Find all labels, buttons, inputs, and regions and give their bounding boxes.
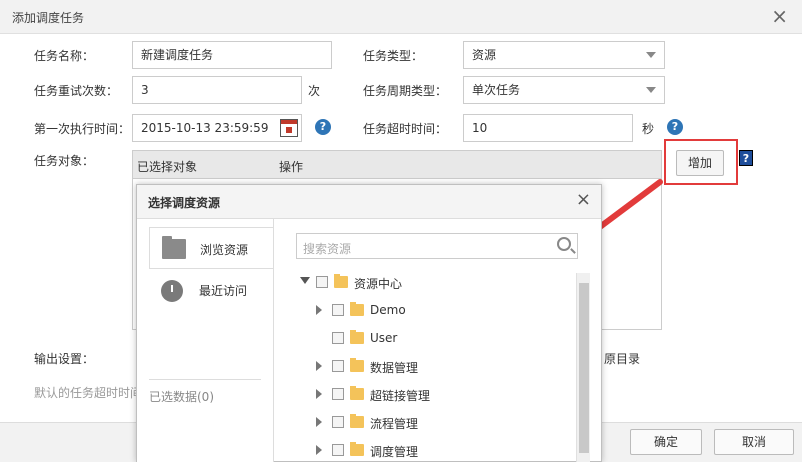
tree-checkbox[interactable] [332,416,344,428]
vertical-scrollbar[interactable] [576,273,590,462]
tree-item-label: Demo [370,303,406,317]
sidebar-item-recent[interactable]: 最近访问 [149,269,273,311]
tree-item[interactable]: 流程管理 [316,413,516,433]
caret-right-icon[interactable] [316,445,322,455]
sidebar-item-label: 最近访问 [199,284,248,298]
tree-item-label: 资源中心 [354,277,403,291]
tree-item-label: 超链接管理 [370,389,431,403]
folder-icon [350,386,364,400]
tree-item-label: 数据管理 [370,361,419,375]
tree-item-label: User [370,331,398,345]
modal-sidebar: 浏览资源 最近访问 已选数据(0) [137,219,273,462]
tree-item-label: 调度管理 [370,445,419,459]
sidebar-item-browse[interactable]: 浏览资源 [149,227,273,269]
modal-header: 选择调度资源 × [137,185,601,219]
caret-right-icon[interactable] [316,389,322,399]
caret-down-icon[interactable] [300,277,310,284]
tree-item[interactable]: 调度管理 [316,441,516,461]
search-placeholder: 搜索资源 [303,242,352,256]
folder-icon [350,302,364,316]
tree-item-label: 流程管理 [370,417,419,431]
sidebar-item-label: 浏览资源 [200,243,249,257]
caret-right-icon[interactable] [316,361,322,371]
folder-icon [350,442,364,456]
folder-icon [350,330,364,344]
search-input[interactable]: 搜索资源 [296,233,578,259]
tree-checkbox[interactable] [332,444,344,456]
folder-icon [350,358,364,372]
modal-title: 选择调度资源 [148,196,221,210]
tree-item[interactable]: 数据管理 [316,357,516,377]
tree-item[interactable]: Demo [316,301,516,321]
folder-icon [162,236,186,259]
folder-icon [334,274,348,288]
tree-checkbox[interactable] [332,304,344,316]
tree-item[interactable]: User [316,329,516,349]
caret-right-icon[interactable] [316,305,322,315]
tree-item[interactable]: 超链接管理 [316,385,516,405]
clock-icon [161,280,183,302]
scrollbar-thumb[interactable] [579,283,589,453]
search-icon[interactable] [557,237,571,251]
caret-right-icon[interactable] [316,417,322,427]
tree-item[interactable]: 资源中心 [300,273,500,293]
close-icon[interactable]: × [576,191,591,209]
divider [149,379,261,380]
select-resource-modal: 选择调度资源 × 浏览资源 最近访问 已选数据(0) 搜索资源 资源中心 Demo… [136,184,602,462]
resource-pane: 搜索资源 资源中心 Demo User 数据管理超链接管理流程管理调度管理 [273,219,603,462]
tree-checkbox[interactable] [332,332,344,344]
folder-icon [350,414,364,428]
tree-checkbox[interactable] [316,276,328,288]
tree-checkbox[interactable] [332,388,344,400]
tree-checkbox[interactable] [332,360,344,372]
selected-count: 已选数据(0) [149,390,214,404]
